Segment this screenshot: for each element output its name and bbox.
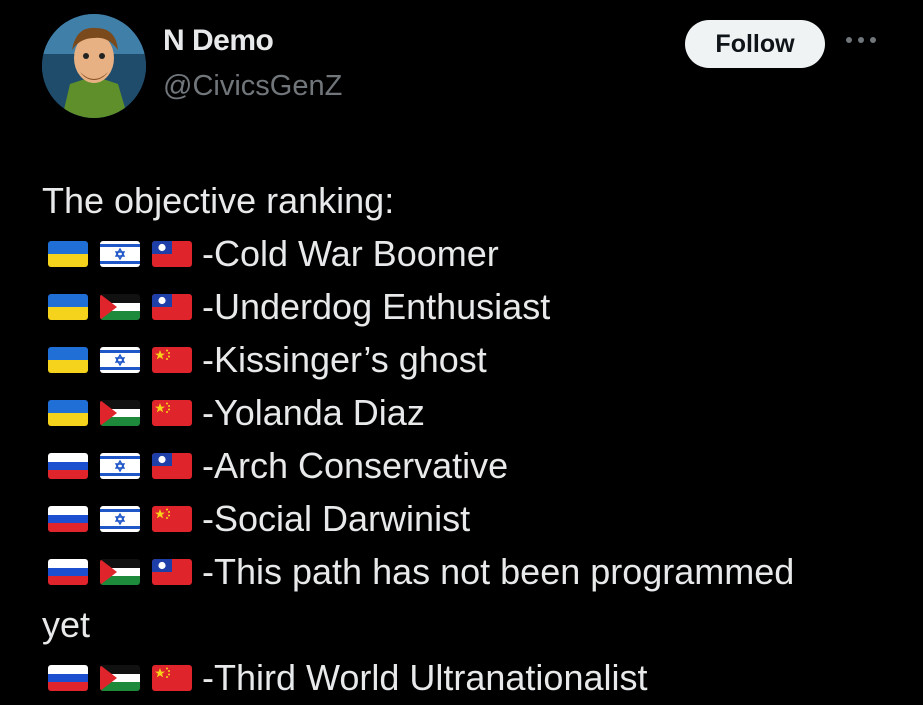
- ranking-label: -Kissinger’s ghost: [202, 339, 487, 380]
- ranking-line: -Arch Conservative: [42, 439, 902, 492]
- author-handle[interactable]: @CivicsGenZ: [163, 70, 342, 103]
- flag-group: [48, 452, 192, 479]
- tweet-intro: The objective ranking:: [42, 180, 395, 221]
- author-name[interactable]: N Demo: [163, 24, 274, 58]
- russia-flag-icon: [48, 452, 88, 479]
- more-options-icon[interactable]: [846, 34, 876, 46]
- rankings-list: -Cold War Boomer -Underdog Enthusiast -Kis…: [42, 227, 902, 704]
- russia-flag-icon: [48, 558, 88, 585]
- ranking-label-continuation: yet: [42, 604, 91, 645]
- tweet-text: The objective ranking: -Cold War Boomer -…: [42, 174, 902, 704]
- follow-button[interactable]: Follow: [685, 20, 825, 68]
- taiwan-flag-icon: [152, 452, 192, 479]
- israel-flag-icon: [100, 240, 140, 267]
- flag-group: [48, 399, 192, 426]
- russia-flag-icon: [48, 505, 88, 532]
- ranking-label: -Social Darwinist: [202, 498, 471, 539]
- ranking-label: -Underdog Enthusiast: [202, 286, 551, 327]
- flag-group: [48, 505, 192, 532]
- dot: [870, 37, 876, 43]
- china-flag-icon: [152, 505, 192, 532]
- ranking-label: -Arch Conservative: [202, 445, 509, 486]
- russia-flag-icon: [48, 664, 88, 691]
- palestine-flag-icon: [100, 664, 140, 691]
- ranking-label: -Third World Ultranationalist: [202, 657, 648, 698]
- ranking-label: -Cold War Boomer: [202, 233, 499, 274]
- ranking-line: -Yolanda Diaz: [42, 386, 902, 439]
- dot: [858, 37, 864, 43]
- china-flag-icon: [152, 346, 192, 373]
- flag-group: [48, 240, 192, 267]
- china-flag-icon: [152, 399, 192, 426]
- ukraine-flag-icon: [48, 240, 88, 267]
- palestine-flag-icon: [100, 399, 140, 426]
- ranking-line: -Social Darwinist: [42, 492, 902, 545]
- flag-group: [48, 558, 192, 585]
- israel-flag-icon: [100, 452, 140, 479]
- ukraine-flag-icon: [48, 293, 88, 320]
- china-flag-icon: [152, 664, 192, 691]
- taiwan-flag-icon: [152, 558, 192, 585]
- ranking-line: -This path has not been programmed: [42, 545, 902, 598]
- taiwan-flag-icon: [152, 240, 192, 267]
- palestine-flag-icon: [100, 293, 140, 320]
- ranking-line: -Kissinger’s ghost: [42, 333, 902, 386]
- ranking-line: -Underdog Enthusiast: [42, 280, 902, 333]
- israel-flag-icon: [100, 505, 140, 532]
- flag-group: [48, 346, 192, 373]
- avatar[interactable]: [42, 14, 146, 118]
- ranking-line: -Cold War Boomer: [42, 227, 902, 280]
- taiwan-flag-icon: [152, 293, 192, 320]
- flag-group: [48, 293, 192, 320]
- ranking-line: -Third World Ultranationalist: [42, 651, 902, 704]
- flag-group: [48, 664, 192, 691]
- palestine-flag-icon: [100, 558, 140, 585]
- israel-flag-icon: [100, 346, 140, 373]
- dot: [846, 37, 852, 43]
- ranking-label: -This path has not been programmed: [202, 551, 795, 592]
- ukraine-flag-icon: [48, 399, 88, 426]
- ranking-label: -Yolanda Diaz: [202, 392, 425, 433]
- ukraine-flag-icon: [48, 346, 88, 373]
